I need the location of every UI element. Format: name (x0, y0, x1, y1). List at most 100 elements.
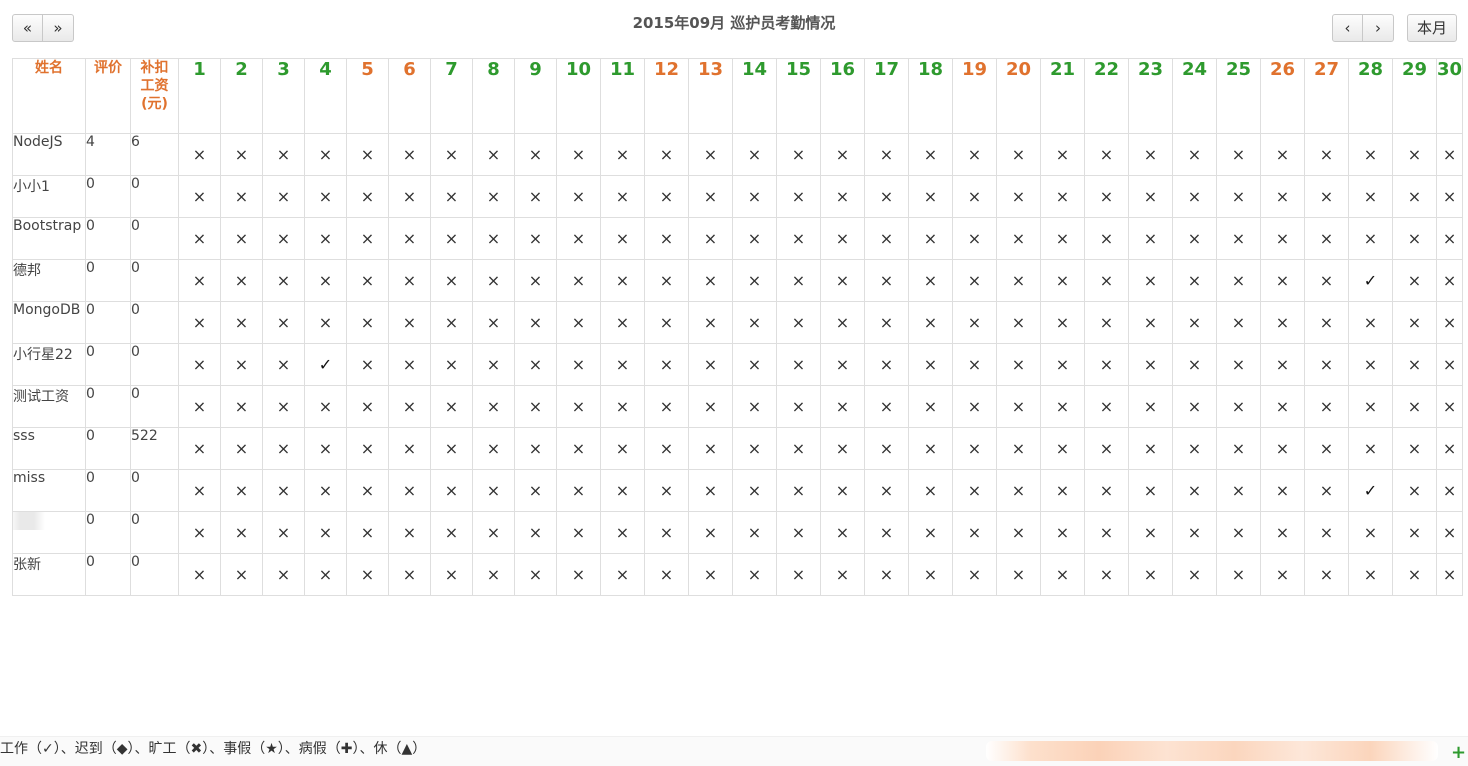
attendance-absent-mark[interactable]: × (820, 469, 865, 512)
attendance-absent-mark[interactable]: × (1128, 133, 1173, 176)
attendance-absent-mark[interactable]: × (388, 133, 431, 176)
attendance-absent-mark[interactable]: × (820, 385, 865, 428)
attendance-absent-mark[interactable]: × (262, 259, 305, 302)
attendance-absent-mark[interactable]: × (262, 385, 305, 428)
attendance-absent-mark[interactable]: × (908, 469, 953, 512)
attendance-absent-mark[interactable]: × (1172, 259, 1217, 302)
attendance-absent-mark[interactable]: × (688, 217, 733, 260)
attendance-absent-mark[interactable]: × (952, 469, 997, 512)
attendance-absent-mark[interactable]: × (732, 469, 777, 512)
attendance-absent-mark[interactable]: × (732, 511, 777, 554)
attendance-absent-mark[interactable]: × (1128, 217, 1173, 260)
attendance-absent-mark[interactable]: × (220, 385, 263, 428)
attendance-absent-mark[interactable]: × (776, 511, 821, 554)
attendance-absent-mark[interactable]: × (1260, 469, 1305, 512)
attendance-absent-mark[interactable]: × (1348, 553, 1393, 596)
attendance-absent-mark[interactable]: × (1128, 175, 1173, 218)
attendance-absent-mark[interactable]: × (996, 469, 1041, 512)
attendance-absent-mark[interactable]: × (514, 175, 557, 218)
attendance-absent-mark[interactable]: × (688, 175, 733, 218)
attendance-absent-mark[interactable]: × (688, 553, 733, 596)
attendance-absent-mark[interactable]: × (732, 427, 777, 470)
attendance-absent-mark[interactable]: × (1435, 217, 1464, 260)
attendance-absent-mark[interactable]: × (1392, 343, 1437, 386)
attendance-absent-mark[interactable]: × (346, 259, 389, 302)
attendance-absent-mark[interactable]: × (388, 175, 431, 218)
attendance-absent-mark[interactable]: × (1348, 301, 1393, 344)
attendance-absent-mark[interactable]: × (864, 217, 909, 260)
attendance-absent-mark[interactable]: × (1392, 385, 1437, 428)
attendance-absent-mark[interactable]: × (346, 133, 389, 176)
attendance-absent-mark[interactable]: × (776, 133, 821, 176)
attendance-absent-mark[interactable]: × (908, 385, 953, 428)
attendance-absent-mark[interactable]: × (688, 301, 733, 344)
attendance-absent-mark[interactable]: × (1304, 385, 1349, 428)
attendance-absent-mark[interactable]: × (1084, 175, 1129, 218)
attendance-absent-mark[interactable]: × (388, 511, 431, 554)
attendance-absent-mark[interactable]: × (1348, 511, 1393, 554)
attendance-absent-mark[interactable]: × (346, 511, 389, 554)
attendance-absent-mark[interactable]: × (220, 259, 263, 302)
attendance-absent-mark[interactable]: × (556, 427, 601, 470)
attendance-absent-mark[interactable]: × (346, 175, 389, 218)
attendance-absent-mark[interactable]: × (1216, 343, 1261, 386)
attendance-absent-mark[interactable]: × (514, 511, 557, 554)
attendance-absent-mark[interactable]: × (1084, 133, 1129, 176)
attendance-absent-mark[interactable]: × (514, 469, 557, 512)
attendance-absent-mark[interactable]: × (1260, 175, 1305, 218)
attendance-absent-mark[interactable]: × (908, 301, 953, 344)
attendance-absent-mark[interactable]: × (1040, 553, 1085, 596)
attendance-absent-mark[interactable]: × (1040, 133, 1085, 176)
attendance-absent-mark[interactable]: × (1348, 343, 1393, 386)
attendance-absent-mark[interactable]: × (1040, 301, 1085, 344)
attendance-absent-mark[interactable]: × (514, 553, 557, 596)
attendance-absent-mark[interactable]: × (556, 175, 601, 218)
attendance-absent-mark[interactable]: × (1435, 511, 1464, 554)
attendance-absent-mark[interactable]: × (820, 175, 865, 218)
attendance-present-mark[interactable]: ✓ (1348, 469, 1393, 512)
attendance-absent-mark[interactable]: × (1172, 301, 1217, 344)
attendance-absent-mark[interactable]: × (1435, 553, 1464, 596)
attendance-absent-mark[interactable]: × (1260, 427, 1305, 470)
attendance-absent-mark[interactable]: × (472, 385, 515, 428)
attendance-absent-mark[interactable]: × (430, 259, 473, 302)
attendance-absent-mark[interactable]: × (346, 469, 389, 512)
attendance-absent-mark[interactable]: × (1260, 385, 1305, 428)
attendance-absent-mark[interactable]: × (820, 511, 865, 554)
attendance-absent-mark[interactable]: × (1348, 385, 1393, 428)
attendance-absent-mark[interactable]: × (732, 259, 777, 302)
attendance-absent-mark[interactable]: × (688, 133, 733, 176)
attendance-absent-mark[interactable]: × (1260, 259, 1305, 302)
attendance-absent-mark[interactable]: × (996, 301, 1041, 344)
attendance-absent-mark[interactable]: × (908, 511, 953, 554)
attendance-absent-mark[interactable]: × (600, 259, 645, 302)
attendance-absent-mark[interactable]: × (688, 469, 733, 512)
attendance-absent-mark[interactable]: × (776, 259, 821, 302)
attendance-absent-mark[interactable]: × (1304, 217, 1349, 260)
attendance-absent-mark[interactable]: × (1172, 133, 1217, 176)
attendance-absent-mark[interactable]: × (1172, 217, 1217, 260)
attendance-absent-mark[interactable]: × (600, 217, 645, 260)
attendance-absent-mark[interactable]: × (262, 427, 305, 470)
attendance-absent-mark[interactable]: × (688, 511, 733, 554)
attendance-absent-mark[interactable]: × (1128, 301, 1173, 344)
attendance-absent-mark[interactable]: × (220, 343, 263, 386)
attendance-absent-mark[interactable]: × (1348, 175, 1393, 218)
attendance-absent-mark[interactable]: × (1040, 343, 1085, 386)
attendance-absent-mark[interactable]: × (1172, 175, 1217, 218)
attendance-absent-mark[interactable]: × (1172, 427, 1217, 470)
attendance-absent-mark[interactable]: × (1435, 133, 1464, 176)
attendance-absent-mark[interactable]: × (178, 343, 221, 386)
attendance-absent-mark[interactable]: × (388, 301, 431, 344)
attendance-absent-mark[interactable]: × (1128, 553, 1173, 596)
attendance-absent-mark[interactable]: × (776, 427, 821, 470)
attendance-absent-mark[interactable]: × (864, 301, 909, 344)
attendance-absent-mark[interactable]: × (776, 385, 821, 428)
attendance-absent-mark[interactable]: × (556, 259, 601, 302)
attendance-absent-mark[interactable]: × (472, 133, 515, 176)
attendance-absent-mark[interactable]: × (304, 175, 347, 218)
attendance-absent-mark[interactable]: × (1304, 511, 1349, 554)
attendance-absent-mark[interactable]: × (556, 301, 601, 344)
attendance-absent-mark[interactable]: × (1128, 259, 1173, 302)
attendance-absent-mark[interactable]: × (1392, 133, 1437, 176)
